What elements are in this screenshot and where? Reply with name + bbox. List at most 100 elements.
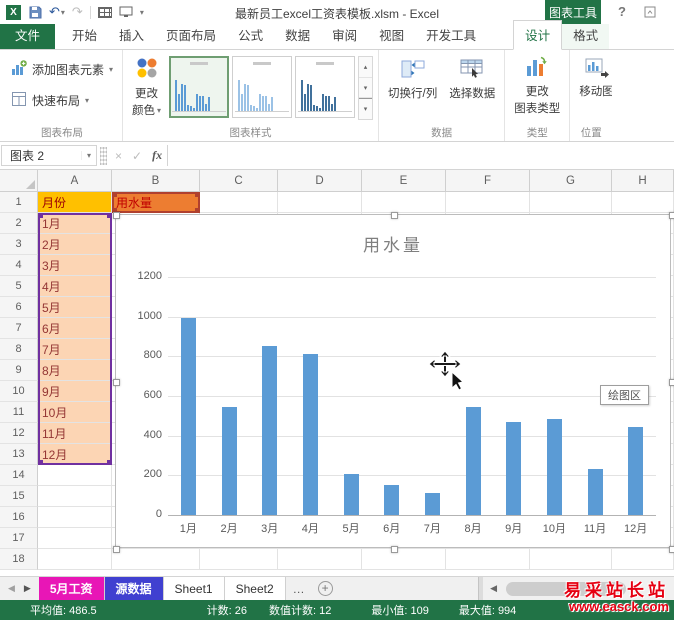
col-header-D[interactable]: D <box>278 170 362 191</box>
ribbon-tab-审阅[interactable]: 审阅 <box>321 21 368 49</box>
col-header-H[interactable]: H <box>612 170 674 191</box>
ribbon-tab-文件[interactable]: 文件 <box>0 21 55 49</box>
quick-layout-button[interactable]: 快速布局 ▾ <box>7 88 117 113</box>
cell-A4[interactable]: 3月 <box>38 255 112 276</box>
add-chart-element-button[interactable]: 添加图表元素 ▾ <box>7 57 117 82</box>
row-header-8[interactable]: 8 <box>0 339 38 360</box>
scrollbar-left-icon[interactable]: ◀ <box>483 577 504 600</box>
bar-1月[interactable] <box>181 318 196 515</box>
select-all-corner[interactable] <box>0 170 38 191</box>
cell-C1[interactable] <box>200 192 278 213</box>
chart-style-thumb[interactable] <box>232 56 292 118</box>
chart-resize-handle[interactable] <box>391 546 398 553</box>
next-sheet-icon[interactable]: ▶ <box>24 583 31 594</box>
sheet-tab-源数据[interactable]: 源数据 <box>105 577 164 600</box>
cell-A10[interactable]: 9月 <box>38 381 112 402</box>
bar-4月[interactable] <box>303 354 318 515</box>
cell-A7[interactable]: 6月 <box>38 318 112 339</box>
cell-D1[interactable] <box>278 192 362 213</box>
row-header-7[interactable]: 7 <box>0 318 38 339</box>
cell-A18[interactable] <box>38 549 112 570</box>
gallery-up-icon[interactable]: ▴ <box>359 57 372 78</box>
scrollbar-thumb[interactable] <box>506 582 626 596</box>
chart-resize-handle[interactable] <box>113 212 120 219</box>
ribbon-tab-开发工具[interactable]: 开发工具 <box>415 21 487 49</box>
col-header-G[interactable]: G <box>530 170 612 191</box>
row-header-14[interactable]: 14 <box>0 465 38 486</box>
bar-12月[interactable] <box>628 427 643 515</box>
cell-G18[interactable] <box>530 549 612 570</box>
cell-A12[interactable]: 11月 <box>38 423 112 444</box>
ribbon-tab-设计[interactable]: 设计 <box>513 20 562 50</box>
select-data-button[interactable]: 选择数据 <box>445 55 499 105</box>
row-header-18[interactable]: 18 <box>0 549 38 570</box>
row-header-15[interactable]: 15 <box>0 486 38 507</box>
col-header-F[interactable]: F <box>446 170 530 191</box>
cell-A1[interactable]: 月份 <box>38 192 112 213</box>
gallery-down-icon[interactable]: ▾ <box>359 78 372 99</box>
chart-style-thumb[interactable] <box>169 56 229 118</box>
cell-A11[interactable]: 10月 <box>38 402 112 423</box>
ribbon-tab-页面布局[interactable]: 页面布局 <box>155 21 227 49</box>
switch-row-column-button[interactable]: 切换行/列 <box>384 55 441 105</box>
cell-D18[interactable] <box>278 549 362 570</box>
bar-5月[interactable] <box>344 474 359 515</box>
cell-H18[interactable] <box>612 549 674 570</box>
ribbon-tab-开始[interactable]: 开始 <box>61 21 108 49</box>
bar-7月[interactable] <box>425 493 440 515</box>
row-header-10[interactable]: 10 <box>0 381 38 402</box>
cell-E18[interactable] <box>362 549 446 570</box>
row-header-13[interactable]: 13 <box>0 444 38 465</box>
row-header-2[interactable]: 2 <box>0 213 38 234</box>
bar-2月[interactable] <box>222 407 237 515</box>
chart-resize-handle[interactable] <box>391 212 398 219</box>
change-chart-type-button[interactable]: 更改 图表类型 <box>510 53 564 120</box>
cell-A15[interactable] <box>38 486 112 507</box>
row-header-4[interactable]: 4 <box>0 255 38 276</box>
more-sheets-button[interactable]: … <box>286 577 312 600</box>
row-header-11[interactable]: 11 <box>0 402 38 423</box>
insert-function-icon[interactable]: fx <box>147 148 167 163</box>
save-icon[interactable] <box>28 5 42 19</box>
row-header-1[interactable]: 1 <box>0 192 38 213</box>
ribbon-tab-插入[interactable]: 插入 <box>108 21 155 49</box>
cell-A8[interactable]: 7月 <box>38 339 112 360</box>
undo-dropdown-icon[interactable]: ▾ <box>61 8 65 17</box>
bar-3月[interactable] <box>262 346 277 515</box>
ribbon-tab-格式[interactable]: 格式 <box>562 21 609 49</box>
cell-B18[interactable] <box>112 549 200 570</box>
cell-A2[interactable]: 1月 <box>38 213 112 234</box>
cell-B1[interactable]: 用水量 <box>112 192 200 213</box>
bar-11月[interactable] <box>588 469 603 515</box>
prev-sheet-icon[interactable]: ◀ <box>8 583 15 594</box>
cell-E1[interactable] <box>362 192 446 213</box>
chart-style-thumb[interactable] <box>295 56 355 118</box>
col-header-C[interactable]: C <box>200 170 278 191</box>
cell-A5[interactable]: 4月 <box>38 276 112 297</box>
horizontal-scrollbar[interactable] <box>504 577 674 600</box>
touch-mode-icon[interactable] <box>119 6 133 18</box>
col-header-E[interactable]: E <box>362 170 446 191</box>
ribbon-tab-数据[interactable]: 数据 <box>274 21 321 49</box>
gallery-more-icon[interactable]: ▾ <box>359 98 372 119</box>
formula-input[interactable] <box>167 145 673 166</box>
row-header-9[interactable]: 9 <box>0 360 38 381</box>
undo-icon[interactable]: ↶▾ <box>49 4 65 20</box>
name-box-dropdown-icon[interactable]: ▾ <box>81 151 96 160</box>
chart-resize-handle[interactable] <box>113 546 120 553</box>
cell-A16[interactable] <box>38 507 112 528</box>
qat-customize-icon[interactable]: ▾ <box>140 8 144 17</box>
chart-object[interactable]: 用水量 绘图区 0200400600800100012001月2月3月4月5月6… <box>115 214 671 548</box>
bar-10月[interactable] <box>547 419 562 515</box>
move-chart-button[interactable]: 移动图 <box>575 53 612 103</box>
chart-resize-handle[interactable] <box>113 379 120 386</box>
cell-G1[interactable] <box>530 192 612 213</box>
table-borders-icon[interactable] <box>98 7 112 18</box>
help-icon[interactable]: ? <box>618 4 626 19</box>
ribbon-display-options-icon[interactable] <box>644 5 656 23</box>
ribbon-tab-公式[interactable]: 公式 <box>227 21 274 49</box>
row-header-3[interactable]: 3 <box>0 234 38 255</box>
cell-H1[interactable] <box>612 192 674 213</box>
cell-A17[interactable] <box>38 528 112 549</box>
col-header-A[interactable]: A <box>38 170 112 191</box>
